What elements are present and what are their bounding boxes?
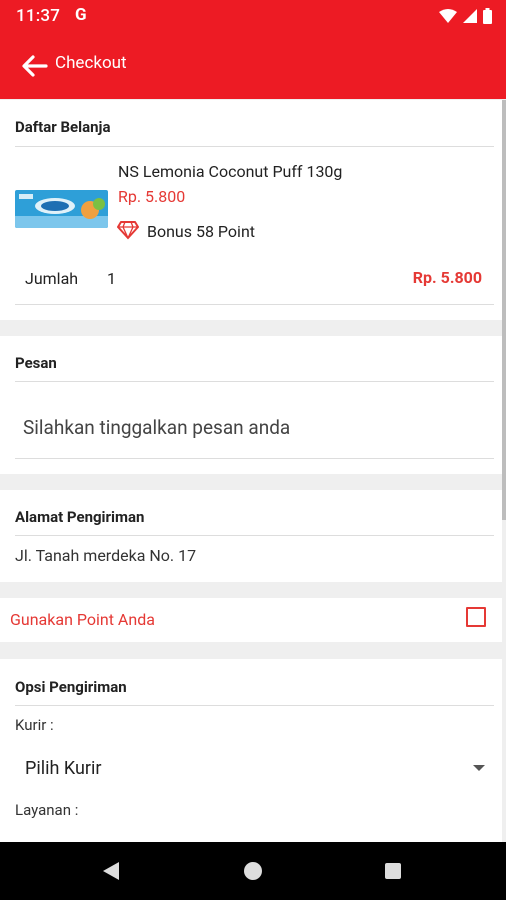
wifi-icon (439, 9, 457, 23)
status-icons (439, 8, 492, 24)
shipping-title: Opsi Pengiriman (15, 678, 127, 696)
page-title: Checkout (55, 53, 127, 73)
use-points-checkbox[interactable] (466, 607, 486, 627)
product-name: NS Lemonia Coconut Puff 130g (118, 162, 343, 181)
address-title: Alamat Pengiriman (15, 508, 145, 526)
address-section (0, 490, 502, 582)
bonus-points: Bonus 58 Point (147, 222, 256, 241)
status-time: 11:37 (16, 6, 61, 26)
app-bar: Checkout (0, 32, 506, 99)
nav-home-icon[interactable] (244, 862, 262, 880)
courier-selected-value: Pilih Kurir (25, 758, 102, 779)
back-arrow-icon[interactable] (18, 50, 50, 82)
product-price: Rp. 5.800 (118, 187, 186, 206)
message-input[interactable]: Silahkan tinggalkan pesan anda (23, 416, 290, 439)
message-title: Pesan (15, 354, 57, 372)
system-nav-bar (0, 842, 506, 900)
use-points-label[interactable]: Gunakan Point Anda (10, 610, 155, 629)
message-section (0, 336, 502, 474)
nav-recents-icon[interactable] (385, 863, 401, 879)
divider (15, 146, 494, 147)
nav-back-icon[interactable] (103, 862, 119, 880)
diamond-icon (117, 221, 139, 240)
quantity-label: Jumlah (25, 269, 79, 288)
courier-label: Kurir : (15, 716, 54, 734)
service-label: Layanan : (15, 801, 79, 819)
google-icon: G (75, 5, 87, 25)
signal-icon (463, 9, 477, 23)
divider (15, 535, 494, 536)
scrollbar[interactable] (502, 100, 506, 520)
divider (15, 304, 494, 305)
quantity-value: 1 (107, 269, 116, 288)
battery-icon (483, 8, 492, 24)
divider (15, 705, 494, 706)
courier-dropdown[interactable]: Pilih Kurir (15, 748, 490, 788)
product-image (15, 190, 108, 228)
message-input-underline (15, 458, 494, 459)
total-price: Rp. 5.800 (412, 268, 482, 287)
cart-title: Daftar Belanja (15, 118, 111, 136)
dropdown-caret-icon (473, 765, 485, 771)
status-bar: 11:37 G (0, 0, 506, 32)
divider (15, 381, 494, 382)
address-value: Jl. Tanah merdeka No. 17 (15, 546, 197, 565)
